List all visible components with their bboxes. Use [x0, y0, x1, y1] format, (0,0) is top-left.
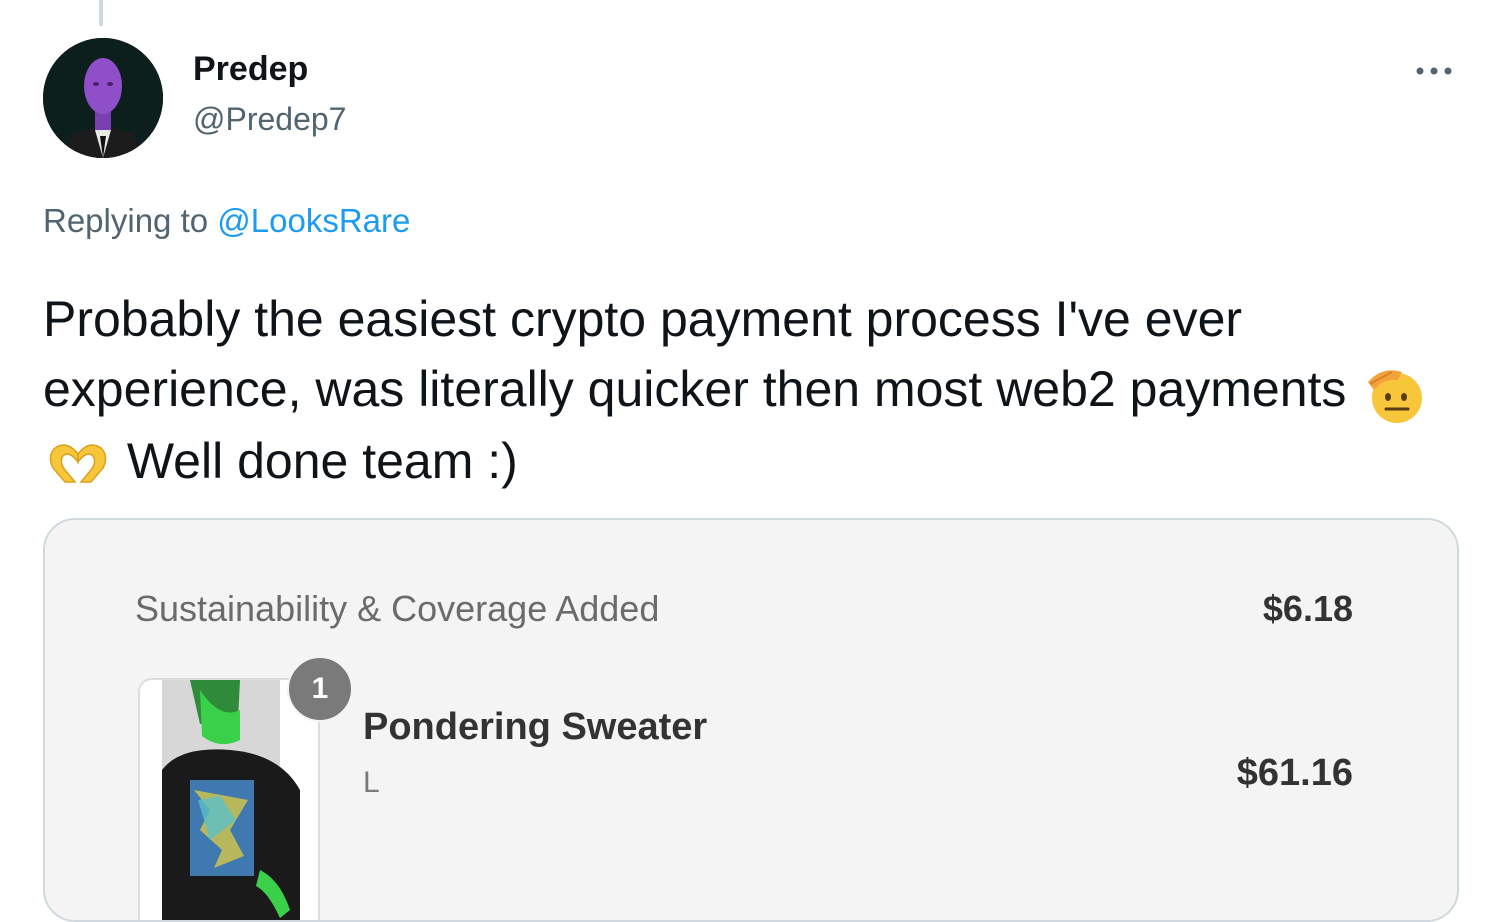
avatar[interactable] [43, 38, 163, 158]
quantity-badge: 1 [287, 656, 353, 722]
attached-image-card[interactable]: Sustainability & Coverage Added $6.18 1 … [43, 518, 1459, 922]
tweet-text-part2: Well done team :) [113, 432, 518, 489]
tweet-text-part1: Probably the easiest crypto payment proc… [43, 291, 1361, 417]
avatar-image [43, 38, 163, 158]
replying-to-mention[interactable]: @LooksRare [217, 202, 410, 239]
heart-hands-icon [45, 432, 111, 498]
product-thumbnail [138, 678, 320, 920]
replying-to-prefix: Replying to [43, 202, 209, 239]
author-name[interactable]: Predep [193, 50, 308, 89]
saluting-face-icon [1362, 360, 1428, 426]
summary-label: Sustainability & Coverage Added [135, 588, 660, 629]
thread-connector-line [99, 0, 103, 26]
product-variant: L [363, 766, 380, 799]
more-options-icon[interactable] [1414, 56, 1454, 86]
author-handle[interactable]: @Predep7 [193, 101, 346, 138]
product-name: Pondering Sweater [363, 706, 708, 748]
summary-amount: $6.18 [1262, 588, 1353, 629]
product-price: $61.16 [1236, 752, 1353, 794]
replying-to-line: Replying to @LooksRare [43, 202, 410, 240]
tweet-text: Probably the easiest crypto payment proc… [43, 284, 1463, 498]
